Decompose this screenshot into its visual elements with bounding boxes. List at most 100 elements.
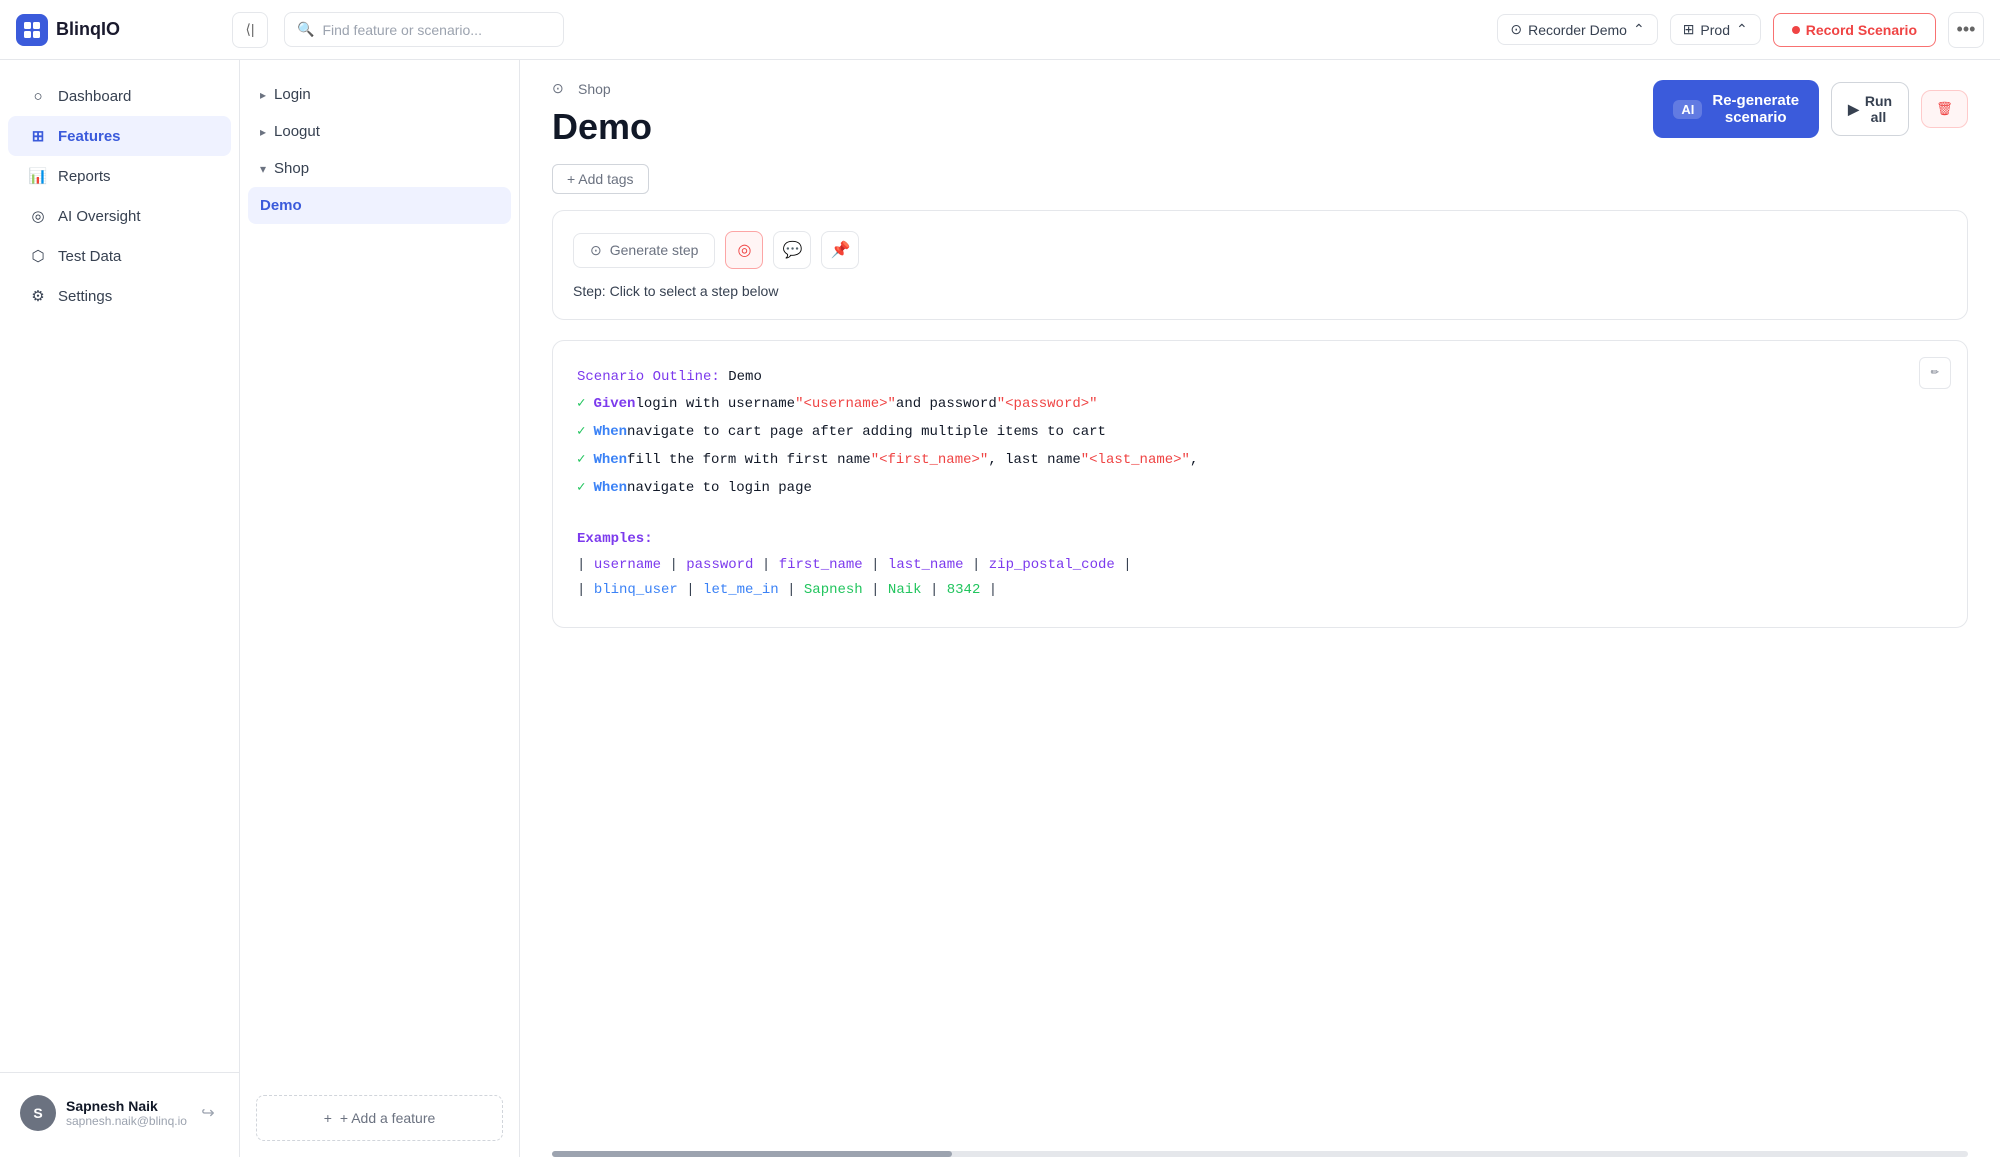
- avatar: S: [20, 1095, 56, 1131]
- record-step-button[interactable]: ◎: [725, 231, 763, 269]
- add-tags-label: + Add tags: [567, 171, 634, 187]
- cell-letmein: let_me_in: [703, 582, 779, 598]
- more-icon: •••: [1957, 19, 1976, 40]
- check-icon-1: ✓: [577, 418, 585, 446]
- tree-logout-label: Loogut: [274, 123, 320, 140]
- delete-button[interactable]: 🗑: [1921, 90, 1968, 128]
- step-text-1: navigate to cart page after adding multi…: [627, 418, 1106, 446]
- dashboard-icon: ○: [28, 86, 48, 106]
- add-tags-button[interactable]: + Add tags: [552, 164, 649, 194]
- record-step-icon: ◎: [737, 240, 751, 260]
- add-feature-plus-icon: +: [324, 1110, 332, 1126]
- title-left: ⊙ Shop Demo + Add tags: [552, 80, 652, 194]
- sidebar-item-dashboard[interactable]: ○ Dashboard: [8, 76, 231, 116]
- keyword-when-3: When: [593, 474, 627, 502]
- search-placeholder: Find feature or scenario...: [322, 22, 482, 38]
- sidebar-item-ai-oversight[interactable]: ◎ AI Oversight: [8, 196, 231, 236]
- header-right: ⊙ Recorder Demo ⌃ ⊞ Prod ⌃ Record Scenar…: [1497, 12, 1984, 48]
- col-header-lastname: last_name: [888, 557, 964, 573]
- step-hint-text: Click to select a step below: [610, 283, 779, 299]
- shop-chevron-icon: ▾: [260, 162, 266, 176]
- param-first-name: "<first_name>": [871, 446, 989, 474]
- dsep-0: |: [577, 582, 594, 598]
- generate-step-button[interactable]: ⊙ Generate step: [573, 233, 715, 268]
- login-chevron-icon: ▸: [260, 88, 266, 102]
- more-options-button[interactable]: •••: [1948, 12, 1984, 48]
- step-hint: Step: Click to select a step below: [573, 283, 1947, 299]
- cell-naik: Naik: [888, 582, 922, 598]
- examples-label: Examples:: [577, 531, 653, 547]
- ai-oversight-icon: ◎: [28, 206, 48, 226]
- sidebar-item-test-data[interactable]: ⬡ Test Data: [8, 236, 231, 276]
- table-header-row: | username | password | first_name | las…: [577, 553, 1943, 578]
- tree-login-label: Login: [274, 86, 311, 103]
- tree-item-demo[interactable]: Demo: [248, 187, 511, 224]
- content-header: ⊙ Shop Demo + Add tags AI Re-generatesce…: [520, 60, 2000, 194]
- logout-chevron-icon: ▸: [260, 125, 266, 139]
- sep-0: |: [577, 557, 594, 573]
- main-content: ⊙ Shop Demo + Add tags AI Re-generatesce…: [520, 60, 2000, 1157]
- search-bar[interactable]: 🔍 Find feature or scenario...: [284, 12, 564, 47]
- user-area[interactable]: S Sapnesh Naik sapnesh.naik@blinq.io ↪: [12, 1085, 227, 1141]
- regenerate-label: Re-generatescenario: [1712, 92, 1799, 126]
- user-email: sapnesh.naik@blinq.io: [66, 1114, 187, 1128]
- env-chevron-icon: ⌃: [1736, 21, 1748, 38]
- add-feature-button[interactable]: + + Add a feature: [256, 1095, 503, 1141]
- tree-item-shop[interactable]: ▾ Shop: [240, 150, 519, 187]
- col-header-username: username: [594, 557, 661, 573]
- sep-3: |: [871, 557, 888, 573]
- step-row-2[interactable]: ✓ When fill the form with first name "<f…: [577, 446, 1943, 474]
- cell-zip: 8342: [947, 582, 981, 598]
- param-password: "<password>": [997, 390, 1098, 418]
- sidebar-testdata-label: Test Data: [58, 248, 121, 265]
- check-icon-3: ✓: [577, 474, 585, 502]
- cell-sapnesh: Sapnesh: [804, 582, 863, 598]
- tree-item-login[interactable]: ▸ Login: [240, 76, 519, 113]
- pin-icon: 📌: [831, 240, 851, 260]
- scenario-outline-name: Demo: [728, 369, 762, 385]
- recorder-selector[interactable]: ⊙ Recorder Demo ⌃: [1497, 14, 1657, 45]
- scenario-outline-keyword: Scenario Outline:: [577, 369, 720, 385]
- keyword-when-1: When: [593, 418, 627, 446]
- step-row-3[interactable]: ✓ When navigate to login page: [577, 474, 1943, 502]
- regenerate-button[interactable]: AI Re-generatescenario: [1653, 80, 1819, 138]
- record-scenario-button[interactable]: Record Scenario: [1773, 13, 1936, 47]
- run-all-label: Runall: [1865, 93, 1892, 125]
- title-row: ⊙ Shop Demo + Add tags AI Re-generatesce…: [552, 80, 1968, 194]
- step-row-1[interactable]: ✓ When navigate to cart page after addin…: [577, 418, 1943, 446]
- collapse-sidebar-button[interactable]: ⟨|: [232, 12, 268, 48]
- step-row-0[interactable]: ✓ Given login with username "<username>"…: [577, 390, 1943, 418]
- cell-blinquser: blinq_user: [594, 582, 678, 598]
- run-icon: ▶: [1848, 101, 1859, 118]
- breadcrumb-text: Shop: [578, 81, 611, 97]
- features-icon: ⊞: [28, 126, 48, 146]
- env-selector[interactable]: ⊞ Prod ⌃: [1670, 14, 1761, 45]
- sidebar-item-settings[interactable]: ⚙ Settings: [8, 276, 231, 316]
- pin-button[interactable]: 📌: [821, 231, 859, 269]
- col-header-password: password: [686, 557, 753, 573]
- step-and: and password: [896, 390, 997, 418]
- record-btn-label: Record Scenario: [1806, 22, 1917, 38]
- sidebar-item-reports[interactable]: 📊 Reports: [8, 156, 231, 196]
- edit-icon-button[interactable]: ✏: [1919, 357, 1951, 389]
- chat-button[interactable]: 💬: [773, 231, 811, 269]
- col-header-zip: zip_postal_code: [989, 557, 1115, 573]
- scroll-track: [552, 1151, 1968, 1157]
- sidebar-settings-label: Settings: [58, 288, 112, 305]
- col-header-firstname: first_name: [779, 557, 863, 573]
- sep-4: |: [972, 557, 989, 573]
- env-label: Prod: [1700, 22, 1730, 38]
- scroll-thumb[interactable]: [552, 1151, 952, 1157]
- main-layout: ○ Dashboard ⊞ Features 📊 Reports ◎ AI Ov…: [0, 60, 2000, 1157]
- run-all-button[interactable]: ▶ Runall: [1831, 82, 1909, 136]
- user-info: Sapnesh Naik sapnesh.naik@blinq.io: [66, 1098, 187, 1128]
- chat-icon: 💬: [783, 240, 803, 260]
- trash-icon: 🗑: [1936, 101, 1953, 117]
- sidebar-item-features[interactable]: ⊞ Features: [8, 116, 231, 156]
- env-grid-icon: ⊞: [1683, 21, 1695, 38]
- dsep-4: |: [930, 582, 947, 598]
- logo-icon: [16, 14, 48, 46]
- tree-item-logout[interactable]: ▸ Loogut: [240, 113, 519, 150]
- content-area: ⊙ Generate step ◎ 💬 📌 Step: Click: [520, 194, 2000, 1151]
- logout-button[interactable]: ↪: [197, 1097, 219, 1129]
